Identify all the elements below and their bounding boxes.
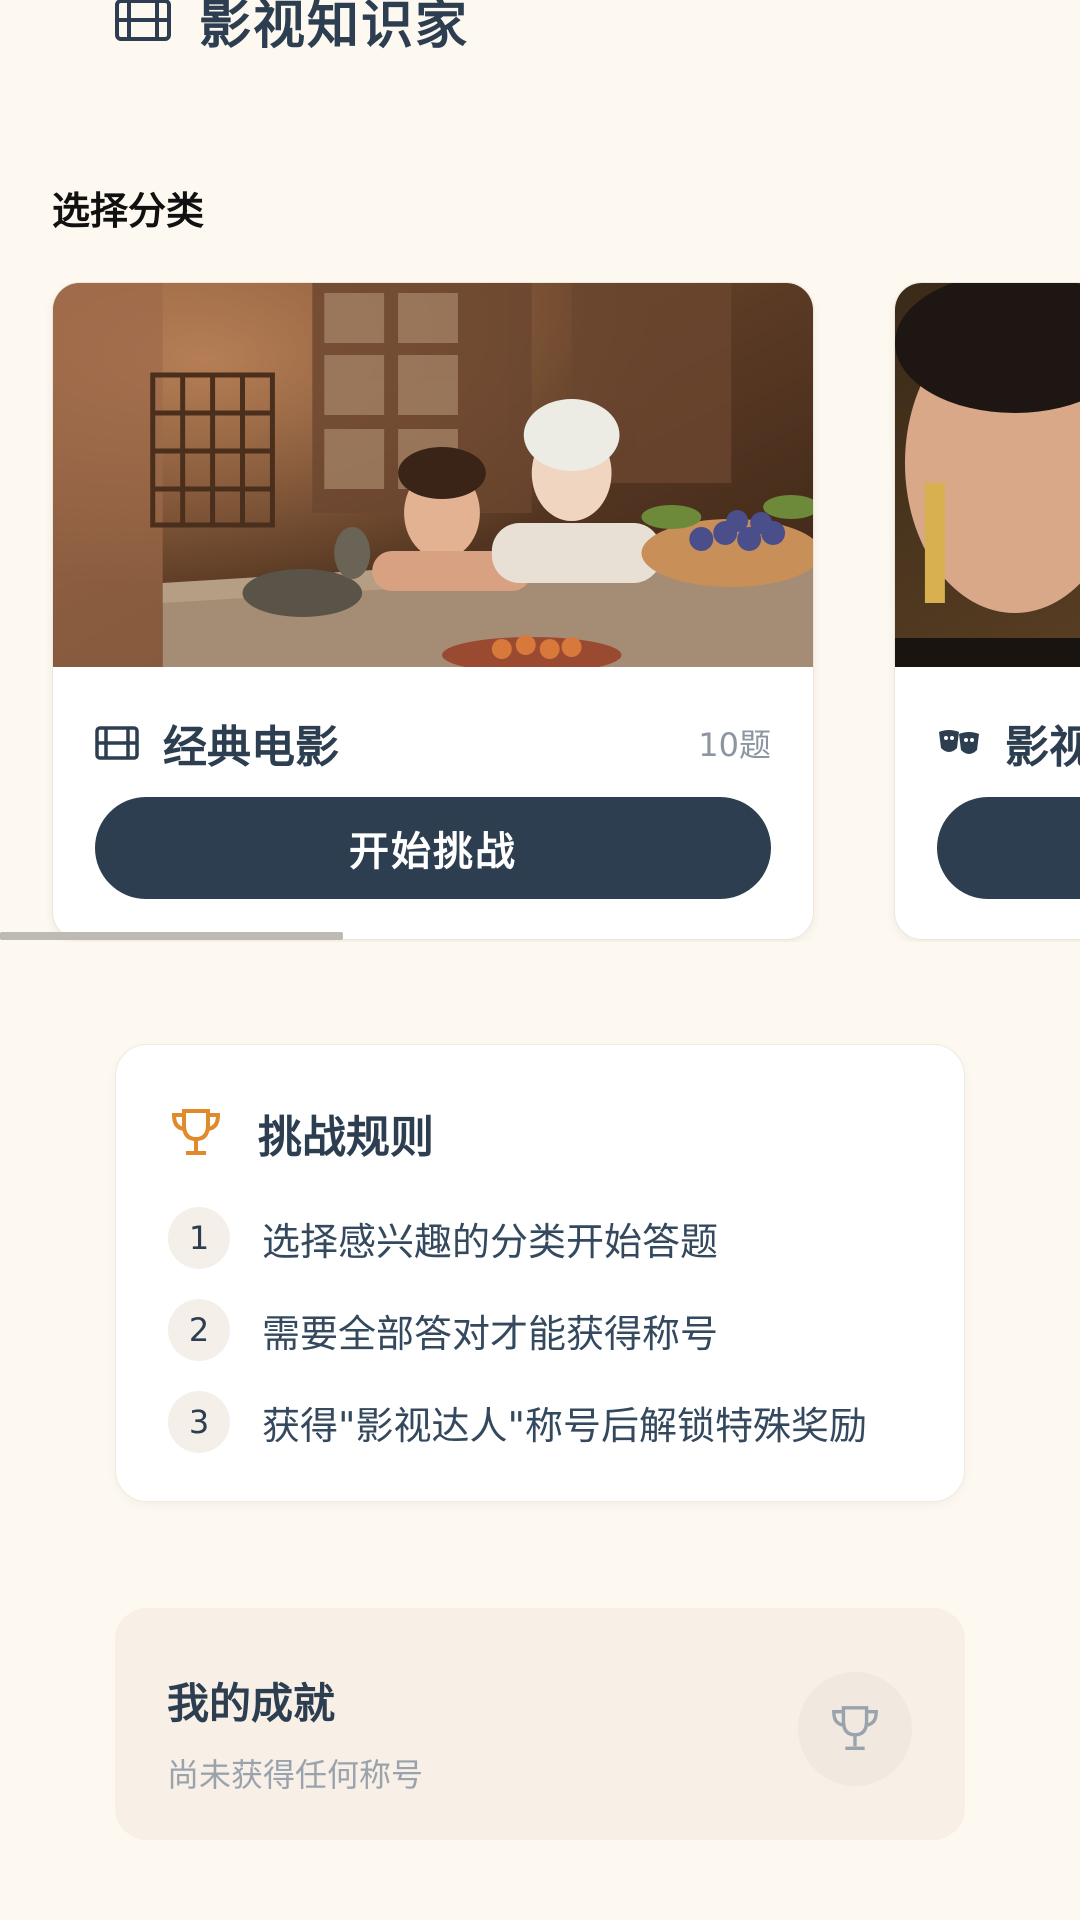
category-cover-image [895,283,1080,667]
rule-item: 3 获得"影视达人"称号后解锁特殊奖励 [168,1391,867,1453]
rule-number: 3 [168,1391,230,1453]
rule-item: 1 选择感兴趣的分类开始答题 [168,1207,718,1269]
film-icon [115,0,171,41]
start-challenge-button[interactable] [937,797,1080,899]
rule-text: 获得"影视达人"称号后解锁特殊奖励 [262,1403,867,1448]
achievements-card[interactable]: 我的成就 尚未获得任何称号 [115,1608,965,1840]
section-label: 选择分类 [52,189,205,233]
category-card-classic-movies[interactable]: 经典电影 10题 开始挑战 [52,282,814,940]
category-meta: 影视 [937,711,1080,775]
category-name: 影视 [1005,722,1080,773]
category-carousel[interactable]: 经典电影 10题 开始挑战 影 [0,282,1080,942]
app-title: 影视知识家 [199,0,470,56]
rules-header: 挑战规则 [168,1101,434,1165]
achievements-subtitle: 尚未获得任何称号 [167,1756,424,1794]
rule-text: 需要全部答对才能获得称号 [262,1311,719,1356]
category-meta: 经典电影 10题 [95,711,771,775]
rules-card: 挑战规则 1 选择感兴趣的分类开始答题 2 需要全部答对才能获得称号 3 获得"… [115,1044,965,1502]
category-name: 经典电影 [163,722,339,773]
rules-title: 挑战规则 [258,1112,434,1163]
theater-masks-icon [939,730,979,754]
rule-item: 2 需要全部答对才能获得称号 [168,1299,718,1361]
rule-number: 2 [168,1299,230,1361]
category-card-film-tv[interactable]: 影视 [894,282,1080,940]
category-cover-image [53,283,813,667]
carousel-scrollbar[interactable] [0,932,343,940]
achievement-badge [798,1672,912,1786]
achievements-title: 我的成就 [167,1679,336,1728]
app-root: 影视知识家 选择分类 经典电影 10题 开始挑战 影 挑战规则 1 选择感兴趣的… [0,0,1080,1920]
rule-text: 选择感兴趣的分类开始答题 [262,1219,719,1264]
rule-number: 1 [168,1207,230,1269]
app-header: 影视知识家 [115,0,469,60]
trophy-icon [171,1109,221,1155]
trophy-icon [832,1706,878,1750]
film-icon [95,726,139,760]
question-count: 10题 [698,726,771,764]
start-challenge-button[interactable]: 开始挑战 [95,797,771,899]
